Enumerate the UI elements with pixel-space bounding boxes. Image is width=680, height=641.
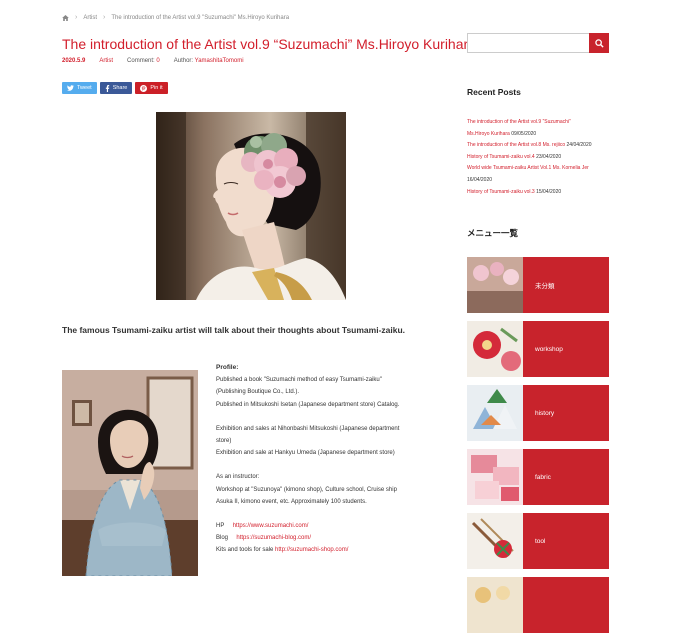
search-icon: [594, 38, 604, 48]
profile-line: As an instructor:: [216, 474, 260, 481]
recent-post-link[interactable]: History of Tsumami-zaiku vol.3: [467, 189, 535, 195]
pin-it-button[interactable]: Pin it: [135, 82, 168, 94]
post-lead-text: The famous Tsumami-zaiku artist will tal…: [62, 325, 406, 335]
menu-item-fabric[interactable]: fabric: [467, 449, 609, 505]
artist-portrait-photo: [62, 370, 198, 576]
recent-post-link[interactable]: The introduction of the Artist vol.8 Ms.…: [467, 142, 565, 148]
artist-kimono-photo: [156, 112, 346, 300]
menu-label: fabric: [523, 449, 609, 505]
recent-post-item: History of Tsumami-zaiku vol.3 15/04/202…: [467, 187, 617, 199]
recent-post-date: 24/04/2020: [566, 142, 592, 149]
shop-link[interactable]: http://suzumachi-shop.com/: [275, 547, 348, 553]
search-input[interactable]: [467, 33, 589, 53]
recent-post-item: The introduction of the Artist vol.8 Ms.…: [467, 140, 617, 152]
pin-it-label: Pin it: [150, 85, 163, 91]
profile-kits-row: Kits and tools for sale http://suzumachi…: [216, 544, 436, 556]
profile-line: Exhibition and sales at Nihonbashi Mitsu…: [216, 425, 400, 432]
menu-item-history[interactable]: history: [467, 385, 609, 441]
post-category-link[interactable]: Artist: [99, 58, 113, 64]
menu-thumbnail: [467, 577, 523, 633]
menu-heading: メニュー一覧: [467, 228, 519, 238]
profile-line: Published a book "Suzumachi method of ea…: [216, 377, 382, 384]
comment-count-link[interactable]: 0: [156, 58, 159, 64]
tweet-label: Tweet: [77, 85, 92, 91]
menu-label: workshop: [523, 321, 609, 377]
artist-portrait-image: [62, 370, 198, 576]
share-buttons: Tweet Share Pin it: [62, 82, 168, 94]
author-link[interactable]: YamashitaTomomi: [195, 58, 244, 64]
author-meta: Author: YamashitaTomomi: [174, 58, 244, 64]
comment-label: Comment:: [127, 58, 155, 64]
breadcrumb: › Artist › The introduction of the Artis…: [62, 14, 289, 21]
search-button[interactable]: [589, 33, 609, 53]
menu-label: tool: [523, 513, 609, 569]
profile-line: store): [216, 438, 232, 445]
comment-meta: Comment: 0: [127, 58, 160, 64]
hp-label: HP: [216, 523, 225, 530]
profile-line: Published in Mitsukoshi Isetan (Japanese…: [216, 401, 400, 408]
menu-thumbnail: [467, 449, 523, 505]
home-icon[interactable]: [62, 14, 69, 21]
kits-label: Kits and tools for sale: [216, 547, 274, 554]
recent-post-item: Ms.Hiroyo Kurihara 09/05/2020: [467, 129, 617, 141]
post-title: The introduction of the Artist vol.9 “Su…: [62, 36, 476, 52]
menu-item-tool[interactable]: tool: [467, 513, 609, 569]
recent-post-link[interactable]: The introduction of the Artist vol.9 “Su…: [467, 119, 571, 125]
recent-post-link[interactable]: Ms.Hiroyo Kurihara: [467, 131, 510, 137]
recent-post-item: The introduction of the Artist vol.9 “Su…: [467, 117, 617, 129]
menu-label: [523, 577, 609, 633]
profile-line: Workshop at "Suzunoya" (kimono shop), Cu…: [216, 486, 397, 493]
menu-thumbnail: [467, 385, 523, 441]
recent-post-item: 16/04/2020: [467, 175, 617, 187]
recent-post-item: History of Tsumami-zaiku vol.4 23/04/202…: [467, 152, 617, 164]
recent-posts-list: The introduction of the Artist vol.9 “Su…: [467, 117, 617, 198]
menu-item-uncategorized[interactable]: 未分類: [467, 257, 609, 313]
recent-post-link[interactable]: World wide Tsumami-zaiku Artist Vol.1 Ms…: [467, 165, 589, 171]
sidebar-search: [467, 33, 609, 53]
profile-heading: Profile:: [216, 364, 239, 371]
menu-label: 未分類: [523, 257, 609, 313]
category-menu: 未分類 workshop history fabric tool: [467, 257, 609, 641]
hp-link[interactable]: https://www.suzumachi.com/: [233, 523, 309, 529]
menu-thumbnail: [467, 321, 523, 377]
recent-post-date: 23/04/2020: [536, 153, 562, 160]
tweet-button[interactable]: Tweet: [62, 82, 97, 94]
breadcrumb-separator: ›: [75, 14, 78, 21]
blog-label: Blog: [216, 535, 229, 542]
menu-item-more[interactable]: [467, 577, 609, 633]
profile-blog-row: Blog https://suzumachi-blog.com/: [216, 532, 436, 544]
profile-line: Exhibition and sale at Hankyu Umeda (Jap…: [216, 450, 395, 457]
artist-profile: Profile: Published a book "Suzumachi met…: [216, 362, 436, 557]
post-date: 2020.5.9: [62, 58, 86, 64]
author-label: Author:: [173, 58, 194, 64]
facebook-share-label: Share: [112, 85, 128, 91]
recent-post-item: World wide Tsumami-zaiku Artist Vol.1 Ms…: [467, 163, 617, 175]
menu-thumbnail: [467, 513, 523, 569]
recent-posts-heading: Recent Posts: [467, 87, 521, 97]
hero-photo: [156, 112, 346, 300]
breadcrumb-current: The introduction of the Artist vol.9 "Su…: [111, 14, 290, 21]
profile-line: (Publishing Boutique Co., Ltd.).: [216, 389, 300, 396]
blog-link[interactable]: https://suzumachi-blog.com/: [236, 535, 311, 541]
profile-line: Asuka II, kimono event, etc. Approximate…: [216, 498, 367, 505]
facebook-share-button[interactable]: Share: [99, 82, 133, 94]
menu-label: history: [523, 385, 609, 441]
recent-post-date: 16/04/2020: [467, 176, 493, 183]
recent-post-date: 15/04/2020: [536, 188, 562, 195]
breadcrumb-separator: ›: [103, 14, 106, 21]
twitter-icon: [67, 85, 74, 91]
facebook-icon: [105, 84, 109, 92]
post-meta: 2020.5.9 Artist Comment: 0 Author: Yamas…: [62, 58, 244, 64]
recent-post-date: 09/05/2020: [511, 130, 537, 137]
breadcrumb-category-link[interactable]: Artist: [83, 15, 97, 21]
profile-hp-row: HP https://www.suzumachi.com/: [216, 520, 436, 532]
recent-post-link[interactable]: History of Tsumami-zaiku vol.4: [467, 154, 535, 160]
menu-item-workshop[interactable]: workshop: [467, 321, 609, 377]
menu-thumbnail: [467, 257, 523, 313]
pinterest-icon: [140, 84, 148, 92]
